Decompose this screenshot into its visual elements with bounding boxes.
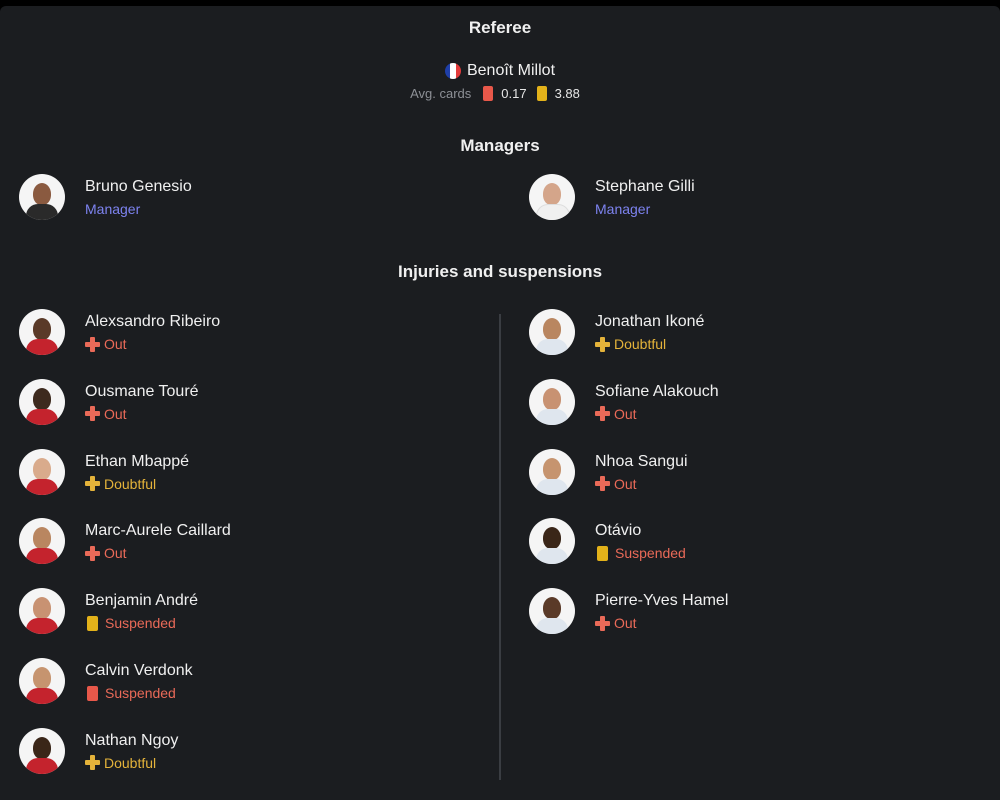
player-avatar [19,727,65,774]
injured-player-row[interactable]: Benjamin André Suspended [19,588,439,636]
player-name: Calvin Verdonk [85,662,193,679]
player-avatar [19,588,65,635]
player-avatar [19,448,65,495]
player-status-label: Suspended [105,615,176,632]
player-name: Marc-Aurele Caillard [85,522,231,540]
injury-cross-icon [595,615,610,631]
manager-avatar [19,174,65,220]
player-avatar [529,518,575,565]
manager-role: Manager [85,201,141,217]
injury-cross-icon [595,336,610,352]
player-status-label: Suspended [615,545,686,562]
injuries-heading: Injuries and suspensions [397,262,603,281]
player-status-label: Doubtful [614,336,667,352]
player-status-label: Out [614,475,637,492]
player-avatar [529,448,575,495]
injury-cross-icon [595,406,610,422]
player-status: Out [85,336,127,352]
player-status: Out [85,545,127,561]
player-name: Otávio [595,522,642,540]
player-avatar [19,518,65,565]
player-avatar [529,378,575,425]
player-status-label: Suspended [105,685,176,701]
injury-cross-icon [85,545,100,561]
injury-cross-icon [595,476,610,492]
injured-player-row[interactable]: Jonathan Ikoné Doubtful [529,309,949,357]
yellow-card-icon [597,545,608,561]
player-status: Doubtful [85,476,156,492]
red-card-icon [483,86,494,101]
player-status-label: Out [104,545,127,562]
player-status-label: Out [614,615,637,632]
player-status-label: Out [614,405,637,422]
managers-heading: Managers [460,136,540,155]
injury-cross-icon [85,476,100,492]
manager-avatar [529,174,575,220]
manager-name: Bruno Genesio [85,178,192,195]
injured-player-row[interactable]: Nathan Ngoy Doubtful [19,727,439,776]
player-status: Doubtful [85,755,156,771]
away-manager[interactable]: Stephane Gilli Manager [529,174,949,222]
player-status: Out [595,476,637,492]
yellow-card-avg: 3.88 [554,86,580,101]
injured-player-row[interactable]: Ethan Mbappé Doubtful [19,448,439,497]
manager-role: Manager [595,201,651,217]
referee-heading: Referee [468,18,532,37]
injured-player-row[interactable]: Alexsandro Ribeiro Out [19,309,439,357]
player-status-label: Doubtful [104,475,157,492]
player-name: Jonathan Ikoné [595,313,705,330]
yellow-card-icon [536,86,547,101]
injured-player-row[interactable]: Calvin Verdonk Suspended [19,658,439,706]
player-name: Ethan Mbappé [85,452,190,470]
player-avatar [19,378,65,425]
referee-name: Benoît Millot [466,62,556,79]
home-manager[interactable]: Bruno Genesio Manager [19,174,439,222]
match-info-panel: Referee Benoît Millot Avg. cards 0.17 3.… [0,6,1000,800]
injured-player-row[interactable]: Otávio Suspended [529,518,949,566]
injured-player-row[interactable]: Marc-Aurele Caillard Out [19,518,439,566]
player-avatar [19,658,65,704]
player-name: Pierre-Yves Hamel [595,592,729,610]
player-name: Ousmane Touré [85,382,199,400]
column-divider [499,314,501,780]
injured-player-row[interactable]: Sofiane Alakouch Out [529,378,949,427]
injured-player-row[interactable]: Pierre-Yves Hamel Out [529,588,949,636]
injury-cross-icon [85,755,100,771]
red-card-icon [87,685,98,701]
player-name: Benjamin André [85,592,198,610]
player-name: Sofiane Alakouch [595,382,719,400]
player-name: Nhoa Sangui [595,452,688,470]
avg-cards-label: Avg. cards [410,86,472,101]
player-avatar [19,309,65,355]
player-avatar [529,588,575,635]
red-card-avg: 0.17 [501,86,527,101]
player-status-label: Out [104,336,127,352]
referee-row: Benoît Millot [0,62,1000,80]
player-status: Out [595,406,637,422]
player-status-label: Doubtful [104,754,157,771]
injured-player-row[interactable]: Ousmane Touré Out [19,378,439,427]
player-avatar [529,309,575,355]
injury-cross-icon [85,406,100,422]
referee-avg-cards: Avg. cards 0.17 3.88 [0,86,1000,101]
player-status: Suspended [85,615,176,631]
player-name: Nathan Ngoy [85,731,179,749]
injury-cross-icon [85,336,100,352]
player-name: Alexsandro Ribeiro [85,313,221,330]
player-status: Doubtful [595,336,666,352]
player-status: Out [85,406,127,422]
manager-name: Stephane Gilli [595,178,695,195]
player-status-label: Out [104,405,127,422]
player-status: Suspended [595,545,686,561]
player-status: Suspended [85,685,176,701]
yellow-card-icon [87,615,98,631]
player-status: Out [595,615,637,631]
injured-player-row[interactable]: Nhoa Sangui Out [529,448,949,497]
france-flag-icon [444,63,461,79]
